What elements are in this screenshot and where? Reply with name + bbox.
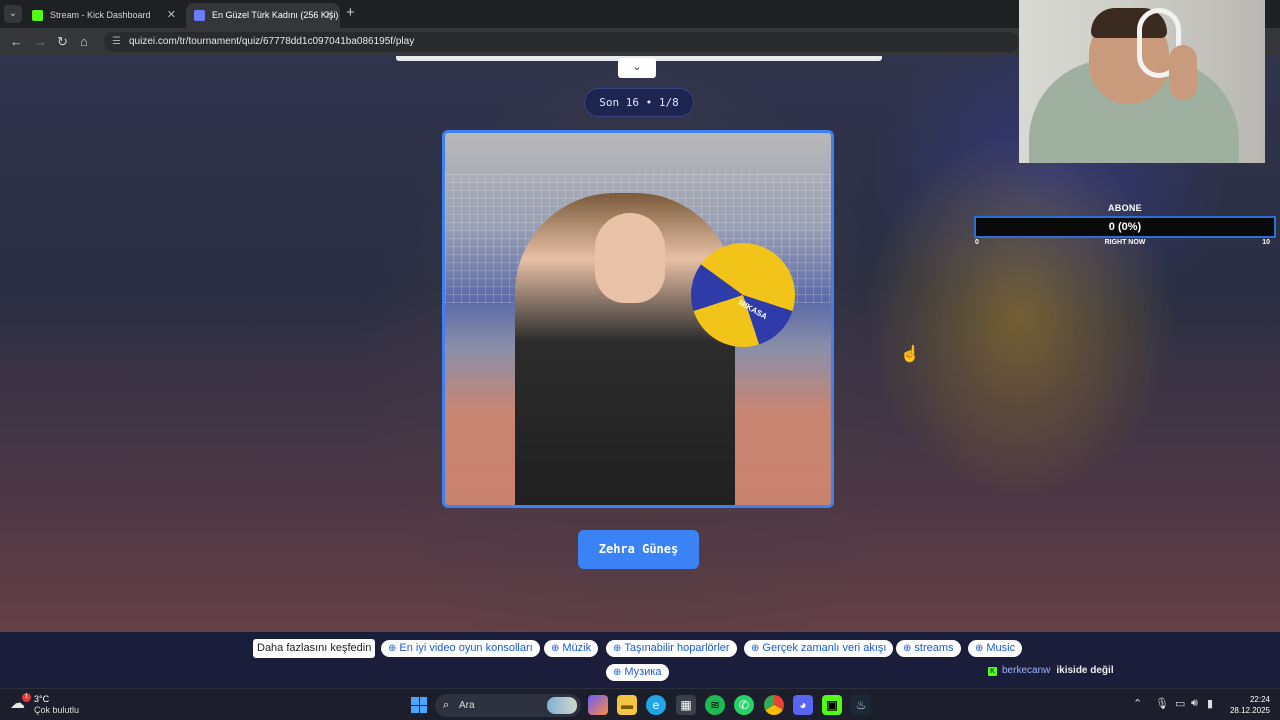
search-icon: ⌕ — [443, 699, 450, 711]
weather-widget[interactable]: ☁ 1 3°C Çok bulutlu — [10, 693, 100, 717]
tab-search-button[interactable]: ⌄ — [4, 5, 22, 23]
ball-brand: MIKASA — [736, 297, 769, 322]
ad-chip[interactable]: ⊕ Müzik — [544, 640, 599, 657]
display-icon[interactable]: ▭ — [1175, 697, 1185, 710]
tab-quiz[interactable]: En Güzel Türk Kadını (256 Kişi) ✕ — [186, 3, 340, 28]
webcam-overlay — [1019, 0, 1265, 163]
discord-icon[interactable]: ◕ — [793, 695, 813, 715]
close-tab-icon[interactable]: ✕ — [325, 3, 334, 28]
tab-label: En Güzel Türk Kadını (256 Kişi) — [212, 10, 339, 20]
store-icon[interactable]: ▦ — [676, 695, 696, 715]
plus-circle-icon: ⊕ — [751, 643, 760, 654]
new-tab-icon[interactable]: + — [346, 4, 355, 21]
plus-circle-icon: ⊕ — [388, 643, 397, 654]
plus-circle-icon: ⊕ — [613, 643, 622, 654]
ad-suggestion-bar: Daha fazlasını keşfedin ⊕ En iyi video oy… — [0, 632, 1280, 688]
windows-taskbar: ☁ 1 3°C Çok bulutlu ⌕ Ara ▬ e ▦ ≋ ✆ ◕ ▣ … — [0, 688, 1280, 720]
goal-mid-label: RIGHT NOW — [1104, 239, 1146, 246]
goal-value: 0 (0%) — [1108, 221, 1142, 233]
chip-label: En iyi video oyun konsolları — [399, 642, 533, 654]
goal-max: 10 — [1262, 239, 1270, 246]
plus-circle-icon: ⊕ — [903, 643, 912, 654]
plus-circle-icon: ⊕ — [613, 667, 622, 678]
url-text: quizei.com/tr/tournament/quiz/67778dd1c0… — [129, 36, 415, 47]
goal-progress-bar: 0 (0%) — [974, 216, 1276, 238]
home-icon[interactable]: ⌂ — [80, 34, 88, 49]
chrome-icon[interactable] — [764, 695, 784, 715]
kick-logo-icon: K — [988, 667, 997, 676]
chevron-down-icon[interactable]: ⌄ — [618, 58, 656, 78]
volume-icon[interactable]: 🔊︎ — [1191, 697, 1198, 710]
ad-chip[interactable]: ⊕ Music — [968, 640, 1023, 657]
search-placeholder: Ara — [459, 700, 475, 711]
ad-chip[interactable]: ⊕ Музика — [606, 664, 669, 681]
chat-message: Kberkecanw ikiside değil — [988, 665, 1114, 676]
taskbar-search[interactable]: ⌕ Ara — [435, 694, 581, 717]
back-arrow-icon[interactable]: ← — [10, 34, 23, 49]
ad-chip[interactable]: ⊕ En iyi video oyun konsolları — [381, 640, 540, 657]
chip-label: Музика — [624, 666, 662, 678]
contestant-name-button[interactable]: Zehra Güneş — [578, 530, 699, 569]
goal-title: ABONE — [1107, 203, 1142, 213]
steam-icon[interactable]: ♨ — [851, 695, 871, 715]
address-bar[interactable]: ☰ quizei.com/tr/tournament/quiz/67778dd1… — [104, 32, 1019, 52]
battery-icon[interactable]: ▮ — [1207, 697, 1213, 710]
ad-chip[interactable]: ⊕ Taşınabilir hoparlörler — [606, 640, 737, 657]
chip-label: Müzik — [562, 642, 592, 654]
chip-label: Taşınabilir hoparlörler — [624, 642, 730, 654]
copilot-icon[interactable] — [588, 695, 608, 715]
file-explorer-icon[interactable]: ▬ — [617, 695, 637, 715]
explore-more-label: Daha fazlasını keşfedin — [253, 639, 376, 658]
windows-start-icon[interactable] — [411, 697, 427, 713]
chat-username: berkecanw — [1002, 665, 1051, 676]
ad-chip[interactable]: ⊕ Gerçek zamanlı veri akışı — [744, 640, 894, 657]
whatsapp-icon[interactable]: ✆ — [734, 695, 754, 715]
chip-label: Music — [986, 642, 1016, 654]
person-face — [595, 213, 665, 303]
kick-app-icon[interactable]: ▣ — [822, 695, 842, 715]
round-indicator: Son 16 • 1/8 — [584, 88, 694, 117]
chevron-up-icon[interactable]: ⌃ — [1133, 697, 1142, 710]
tab-kick-dashboard[interactable]: Stream - Kick Dashboard ✕ — [24, 3, 182, 28]
chip-label: streams — [914, 642, 954, 654]
goal-scale: 0 RIGHT NOW 10 — [974, 238, 1276, 248]
volleyball-icon: MIKASA — [691, 243, 795, 347]
microphone-icon[interactable]: 🎙︎ — [1155, 697, 1169, 710]
notification-badge: 1 — [22, 693, 31, 702]
plus-circle-icon: ⊕ — [975, 643, 984, 654]
close-tab-icon[interactable]: ✕ — [167, 3, 176, 28]
weather-temp: 3°C — [34, 694, 50, 704]
system-clock[interactable]: 22:24 28.12.2025 — [1230, 694, 1270, 716]
weather-desc: Çok bulutlu — [34, 705, 80, 715]
chat-text: ikiside değil — [1056, 665, 1114, 676]
reload-icon[interactable]: ↻ — [57, 34, 68, 50]
edge-browser-icon[interactable]: e — [646, 695, 666, 715]
site-info-icon[interactable]: ☰ — [112, 32, 121, 52]
subscriber-goal-widget: ABONE 0 (0%) 0 RIGHT NOW 10 — [974, 203, 1276, 248]
clock-time: 22:24 — [1249, 695, 1270, 704]
kick-favicon-icon — [32, 10, 43, 21]
forward-arrow-icon[interactable]: → — [34, 34, 47, 49]
hand-cursor-icon: ☝ — [900, 346, 920, 363]
search-highlight-image — [547, 697, 577, 714]
tab-label: Stream - Kick Dashboard — [50, 10, 151, 20]
clock-date: 28.12.2025 — [1229, 706, 1270, 715]
chip-label: Gerçek zamanlı veri akışı — [762, 642, 887, 654]
streamer-hand — [1169, 45, 1197, 100]
ad-chip[interactable]: ⊕ streams — [896, 640, 961, 657]
quiz-favicon-icon — [194, 10, 205, 21]
contestant-photo[interactable]: MIKASA — [442, 130, 834, 508]
spotify-icon[interactable]: ≋ — [705, 695, 725, 715]
plus-circle-icon: ⊕ — [551, 643, 560, 654]
